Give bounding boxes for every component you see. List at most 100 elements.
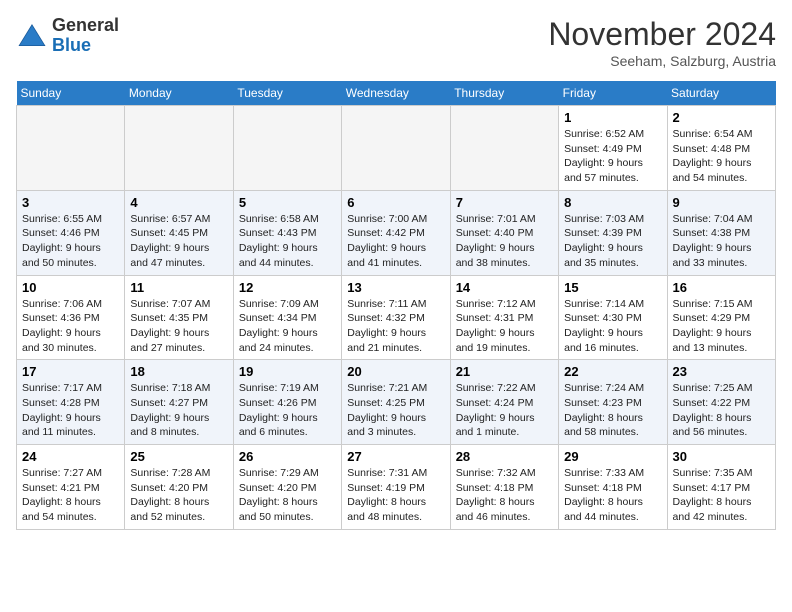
calendar-cell: 14Sunrise: 7:12 AMSunset: 4:31 PMDayligh… [450,275,558,360]
day-info: Sunrise: 7:04 AMSunset: 4:38 PMDaylight:… [673,212,770,271]
calendar-cell: 2 Sunrise: 6:54 AMSunset: 4:48 PMDaylight… [667,106,775,191]
day-info: Sunrise: 7:31 AMSunset: 4:19 PMDaylight:… [347,466,444,525]
day-info: Sunrise: 7:09 AMSunset: 4:34 PMDaylight:… [239,297,336,356]
calendar-cell: 23Sunrise: 7:25 AMSunset: 4:22 PMDayligh… [667,360,775,445]
day-info: Sunrise: 7:00 AMSunset: 4:42 PMDaylight:… [347,212,444,271]
logo-text: General Blue [52,16,119,56]
day-number: 30 [673,449,770,464]
week-row-5: 24 Sunrise: 7:27 AMSunset: 4:21 PMDayligh… [17,445,776,530]
day-number: 29 [564,449,661,464]
day-info: Sunrise: 7:27 AMSunset: 4:21 PMDaylight:… [22,466,119,525]
calendar-cell: 3 Sunrise: 6:55 AMSunset: 4:46 PMDaylight… [17,190,125,275]
day-number: 15 [564,280,661,295]
column-header-friday: Friday [559,81,667,106]
day-info: Sunrise: 6:58 AMSunset: 4:43 PMDaylight:… [239,212,336,271]
week-row-1: 1 Sunrise: 6:52 AMSunset: 4:49 PMDaylight… [17,106,776,191]
day-info: Sunrise: 7:11 AMSunset: 4:32 PMDaylight:… [347,297,444,356]
day-number: 22 [564,364,661,379]
day-info: Sunrise: 7:06 AMSunset: 4:36 PMDaylight:… [22,297,119,356]
day-number: 26 [239,449,336,464]
day-number: 4 [130,195,227,210]
calendar-cell: 11 Sunrise: 7:07 AMSunset: 4:35 PMDayligh… [125,275,233,360]
calendar-cell: 27 Sunrise: 7:31 AMSunset: 4:19 PMDayligh… [342,445,450,530]
day-info: Sunrise: 7:19 AMSunset: 4:26 PMDaylight:… [239,381,336,440]
column-header-monday: Monday [125,81,233,106]
day-info: Sunrise: 7:35 AMSunset: 4:17 PMDaylight:… [673,466,770,525]
calendar-cell: 25Sunrise: 7:28 AMSunset: 4:20 PMDayligh… [125,445,233,530]
column-header-thursday: Thursday [450,81,558,106]
day-number: 17 [22,364,119,379]
calendar-cell: 13Sunrise: 7:11 AMSunset: 4:32 PMDayligh… [342,275,450,360]
calendar-cell: 17 Sunrise: 7:17 AMSunset: 4:28 PMDayligh… [17,360,125,445]
week-row-2: 3 Sunrise: 6:55 AMSunset: 4:46 PMDaylight… [17,190,776,275]
calendar-cell: 9 Sunrise: 7:04 AMSunset: 4:38 PMDaylight… [667,190,775,275]
day-info: Sunrise: 6:54 AMSunset: 4:48 PMDaylight:… [673,127,770,186]
day-info: Sunrise: 6:55 AMSunset: 4:46 PMDaylight:… [22,212,119,271]
calendar-table: SundayMondayTuesdayWednesdayThursdayFrid… [16,81,776,530]
day-info: Sunrise: 6:57 AMSunset: 4:45 PMDaylight:… [130,212,227,271]
location: Seeham, Salzburg, Austria [548,53,776,69]
calendar-cell [233,106,341,191]
calendar-cell: 21Sunrise: 7:22 AMSunset: 4:24 PMDayligh… [450,360,558,445]
day-number: 8 [564,195,661,210]
day-number: 11 [130,280,227,295]
calendar-cell: 12 Sunrise: 7:09 AMSunset: 4:34 PMDayligh… [233,275,341,360]
calendar-cell: 6 Sunrise: 7:00 AMSunset: 4:42 PMDaylight… [342,190,450,275]
page-header: General Blue November 2024 Seeham, Salzb… [16,16,776,69]
day-info: Sunrise: 7:21 AMSunset: 4:25 PMDaylight:… [347,381,444,440]
calendar-cell: 19Sunrise: 7:19 AMSunset: 4:26 PMDayligh… [233,360,341,445]
day-number: 6 [347,195,444,210]
day-info: Sunrise: 7:03 AMSunset: 4:39 PMDaylight:… [564,212,661,271]
day-info: Sunrise: 7:25 AMSunset: 4:22 PMDaylight:… [673,381,770,440]
calendar-cell: 20 Sunrise: 7:21 AMSunset: 4:25 PMDayligh… [342,360,450,445]
day-number: 14 [456,280,553,295]
day-info: Sunrise: 7:24 AMSunset: 4:23 PMDaylight:… [564,381,661,440]
day-number: 7 [456,195,553,210]
day-number: 20 [347,364,444,379]
calendar-cell [342,106,450,191]
calendar-cell [17,106,125,191]
calendar-cell: 16 Sunrise: 7:15 AMSunset: 4:29 PMDayligh… [667,275,775,360]
day-info: Sunrise: 7:33 AMSunset: 4:18 PMDaylight:… [564,466,661,525]
day-number: 25 [130,449,227,464]
title-block: November 2024 Seeham, Salzburg, Austria [548,16,776,69]
calendar-header-row: SundayMondayTuesdayWednesdayThursdayFrid… [17,81,776,106]
day-info: Sunrise: 6:52 AMSunset: 4:49 PMDaylight:… [564,127,661,186]
column-header-sunday: Sunday [17,81,125,106]
calendar-cell: 8 Sunrise: 7:03 AMSunset: 4:39 PMDaylight… [559,190,667,275]
column-header-tuesday: Tuesday [233,81,341,106]
calendar-cell: 1 Sunrise: 6:52 AMSunset: 4:49 PMDaylight… [559,106,667,191]
calendar-cell: 28Sunrise: 7:32 AMSunset: 4:18 PMDayligh… [450,445,558,530]
calendar-cell: 5 Sunrise: 6:58 AMSunset: 4:43 PMDaylight… [233,190,341,275]
calendar-cell: 15 Sunrise: 7:14 AMSunset: 4:30 PMDayligh… [559,275,667,360]
column-header-saturday: Saturday [667,81,775,106]
column-header-wednesday: Wednesday [342,81,450,106]
day-number: 10 [22,280,119,295]
day-info: Sunrise: 7:18 AMSunset: 4:27 PMDaylight:… [130,381,227,440]
calendar-cell: 4 Sunrise: 6:57 AMSunset: 4:45 PMDaylight… [125,190,233,275]
day-info: Sunrise: 7:29 AMSunset: 4:20 PMDaylight:… [239,466,336,525]
day-number: 16 [673,280,770,295]
day-number: 9 [673,195,770,210]
logo: General Blue [16,16,119,56]
calendar-cell: 18Sunrise: 7:18 AMSunset: 4:27 PMDayligh… [125,360,233,445]
day-info: Sunrise: 7:07 AMSunset: 4:35 PMDaylight:… [130,297,227,356]
week-row-3: 10 Sunrise: 7:06 AMSunset: 4:36 PMDayligh… [17,275,776,360]
day-number: 12 [239,280,336,295]
day-info: Sunrise: 7:15 AMSunset: 4:29 PMDaylight:… [673,297,770,356]
calendar-cell [125,106,233,191]
calendar-cell: 29 Sunrise: 7:33 AMSunset: 4:18 PMDayligh… [559,445,667,530]
calendar-cell: 24 Sunrise: 7:27 AMSunset: 4:21 PMDayligh… [17,445,125,530]
day-info: Sunrise: 7:17 AMSunset: 4:28 PMDaylight:… [22,381,119,440]
day-number: 2 [673,110,770,125]
logo-icon [16,20,48,52]
day-number: 1 [564,110,661,125]
day-number: 28 [456,449,553,464]
day-number: 27 [347,449,444,464]
day-info: Sunrise: 7:14 AMSunset: 4:30 PMDaylight:… [564,297,661,356]
day-number: 5 [239,195,336,210]
day-number: 24 [22,449,119,464]
day-number: 3 [22,195,119,210]
month-title: November 2024 [548,16,776,53]
calendar-cell: 26 Sunrise: 7:29 AMSunset: 4:20 PMDayligh… [233,445,341,530]
